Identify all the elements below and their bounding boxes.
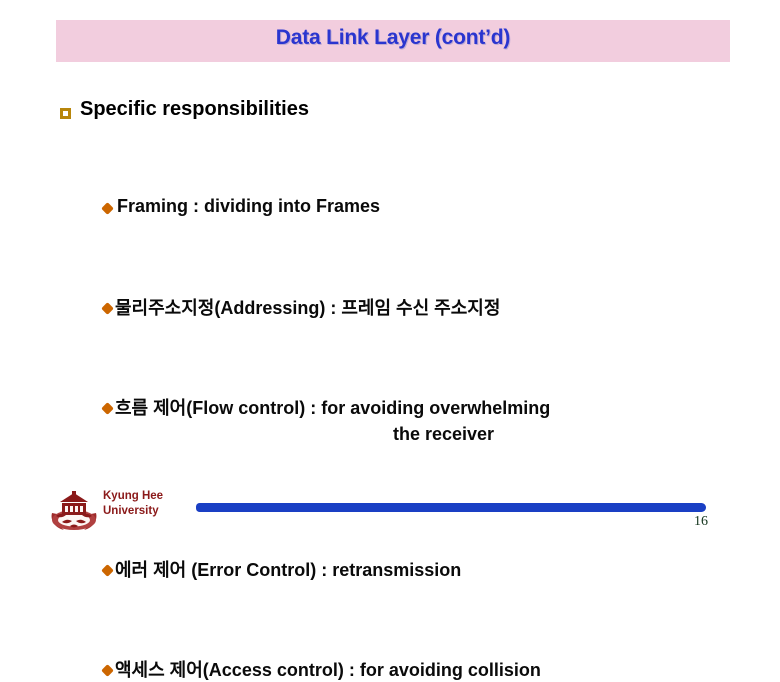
page-number: 16: [694, 514, 708, 529]
diamond-bullet-icon: [101, 564, 114, 577]
list-item: Framing : dividing into Frames: [0, 132, 780, 216]
list-item-label: 에러 제어 (Error Control) : retransmission: [115, 560, 462, 580]
list-item-continuation: the receiver: [393, 424, 495, 444]
organization-name-line1: Kyung Hee: [103, 490, 164, 502]
hollow-square-bullet-icon: [60, 108, 71, 119]
page-title: Data Link Layer (cont’d): [275, 26, 511, 49]
bullet-heading-label: Specific responsibilities: [80, 98, 309, 120]
footer-rule: [196, 503, 706, 512]
organization-name: Kyung Hee University: [103, 489, 163, 519]
diamond-bullet-icon: [101, 664, 114, 677]
slide-title-band: Data Link Layer (cont’d): [56, 20, 730, 62]
kyung-hee-university-crest-icon: [48, 489, 100, 533]
organization-name-line2: University: [103, 505, 159, 517]
slide-body: Specific responsibilities Framing : divi…: [0, 96, 780, 680]
list-item-label: 액세스 제어(Access control) : for avoiding co…: [115, 660, 541, 680]
list-item: 흐름 제어(Flow control) : for avoiding overw…: [0, 232, 780, 444]
list-item: 물리주소지정(Addressing) : 프레임 수신 주소지정: [0, 182, 780, 318]
list-item: 에러 제어 (Error Control) : retransmission: [0, 316, 780, 580]
bullet-heading-row: Specific responsibilities: [0, 96, 780, 132]
list-item: 액세스 제어(Access control) : for avoiding co…: [0, 366, 780, 680]
